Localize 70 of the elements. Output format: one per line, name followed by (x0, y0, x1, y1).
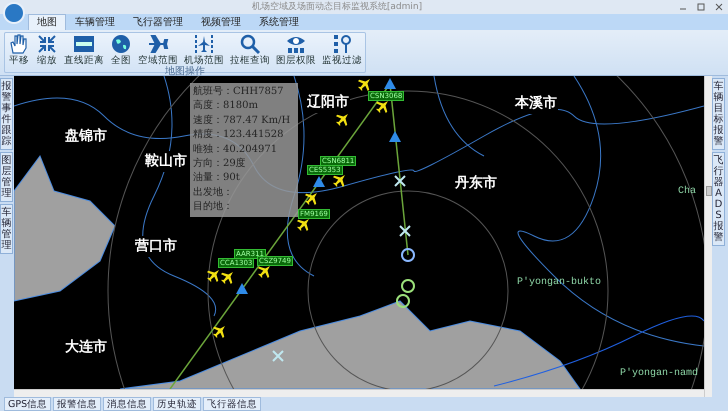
window-title: 机场空域及场面动态目标监视系统[admin] (252, 0, 422, 14)
info-line: 速度：787.47 Km/H (193, 114, 292, 128)
search-icon (239, 33, 261, 55)
triangle-marker[interactable] (313, 176, 325, 187)
plane-icon[interactable] (206, 270, 219, 282)
city-label: 营口市 (134, 236, 178, 257)
vertical-scrollbar[interactable] (704, 76, 712, 397)
toolbar-button[interactable]: 机场范围 (181, 33, 227, 66)
station-marker[interactable] (401, 279, 415, 293)
menu-tab[interactable]: 地图 (28, 14, 66, 30)
side-tab[interactable]: 飞行器ADS报警 (712, 152, 725, 246)
cross-marker[interactable] (394, 175, 406, 187)
city-label: 辽阳市 (306, 92, 350, 113)
globe-icon (110, 33, 132, 55)
region-label: Cha (678, 184, 696, 199)
ruler-icon (73, 33, 95, 55)
region-label: P'yongan-namd (620, 366, 698, 381)
station-marker[interactable] (401, 248, 415, 262)
menu-tab[interactable]: 飞行器管理 (124, 14, 192, 30)
plane-icon[interactable] (258, 266, 270, 278)
info-line: 精度：123.441528 (193, 128, 284, 142)
menu-tab[interactable]: 系统管理 (250, 14, 308, 30)
city-label: 本溪市 (514, 93, 558, 114)
toolbar-button[interactable]: 平移 (5, 33, 33, 66)
plane-icon[interactable] (212, 326, 225, 338)
toolbar-button[interactable]: 空域范围 (135, 33, 181, 66)
menu-tab[interactable]: 视频管理 (192, 14, 250, 30)
cross-marker[interactable] (272, 350, 284, 362)
info-line: 高度：8180m (193, 99, 259, 114)
plane-icon[interactable] (376, 101, 388, 114)
triangle-marker[interactable] (236, 283, 248, 294)
group-label: 地图操作 (164, 66, 206, 77)
magnifier-grid-icon (331, 33, 353, 55)
bottom-tab[interactable]: 报警信息 (53, 397, 102, 411)
side-tab[interactable]: 车辆目标报警 (712, 78, 725, 150)
city-label: 鞍山市 (144, 151, 188, 172)
bottom-tab[interactable]: 历史轨迹 (153, 397, 202, 411)
menu-tab[interactable]: 车辆管理 (66, 14, 124, 30)
info-line: 方向：29度 (193, 157, 247, 172)
bottom-tab[interactable]: 飞行器信息 (203, 397, 262, 411)
cross-marker[interactable] (399, 225, 411, 237)
toolbar-button[interactable]: 直线距离 (61, 33, 107, 66)
toolbar-button[interactable]: 图层权限 (273, 33, 319, 66)
toolbar-button[interactable]: 全图 (107, 33, 135, 66)
bottom-tab[interactable]: 消息信息 (103, 397, 152, 411)
runway-icon (193, 33, 215, 55)
plane-icon[interactable] (332, 175, 345, 188)
plane-icon[interactable] (220, 272, 233, 284)
toolbar-button[interactable]: 监视过滤 (319, 33, 365, 66)
info-line: 油量：90t (193, 171, 241, 186)
info-line: 航班号：CHH7857 (193, 85, 285, 99)
info-line: 目的地： (193, 200, 234, 214)
toolbar-button[interactable]: 拉框查询 (227, 33, 273, 66)
toolbar-button[interactable]: 缩放 (33, 33, 61, 66)
plane-icon[interactable] (358, 79, 370, 92)
arrows-icon (36, 33, 58, 55)
horizontal-scrollbar[interactable] (14, 389, 704, 397)
plane-icon (147, 33, 169, 55)
bottom-tab[interactable]: GPS信息 (4, 397, 52, 411)
triangle-marker[interactable] (384, 78, 396, 89)
side-tab[interactable]: 报警事件跟踪 (0, 78, 13, 150)
side-tab[interactable]: 车辆管理 (0, 204, 13, 254)
info-line: 出发地： (193, 186, 234, 200)
plane-icon[interactable] (336, 114, 348, 126)
side-tab[interactable]: 图层管理 (0, 152, 13, 202)
info-line: 唯独：40.204971 (193, 142, 278, 157)
plane-icon[interactable] (304, 193, 317, 206)
triangle-marker[interactable] (389, 131, 401, 142)
plane-icon[interactable] (296, 219, 309, 232)
station-marker[interactable] (396, 294, 410, 308)
